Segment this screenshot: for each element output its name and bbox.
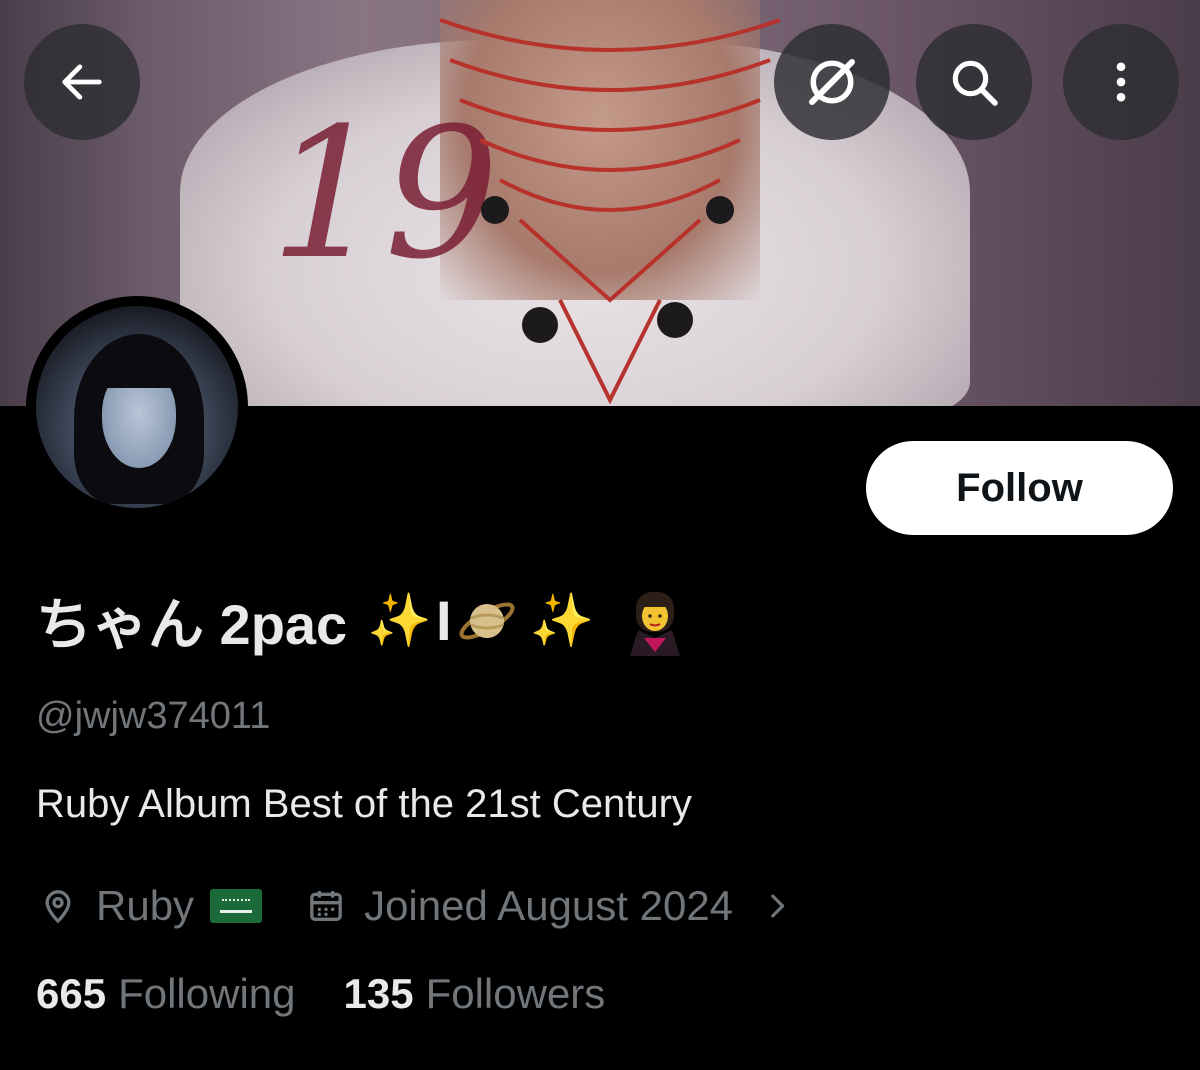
profile-bio: Ruby Album Best of the 21st Century [36, 782, 692, 826]
profile-joined-date: Joined August 2024 [364, 882, 734, 929]
vampire-woman-icon [620, 586, 690, 656]
profile-meta: Ruby Joined August 2024 [36, 876, 815, 936]
sparkles-icon: ✨ [529, 592, 595, 650]
followers-link[interactable]: 135 Followers [344, 970, 606, 1018]
avatar[interactable] [26, 296, 248, 518]
followers-label: Followers [425, 970, 606, 1017]
calendar-icon [304, 884, 348, 928]
avatar-bangs [92, 354, 186, 388]
more-button[interactable] [1063, 24, 1179, 140]
saudi-arabia-flag-icon [210, 889, 263, 923]
back-button[interactable] [24, 24, 140, 140]
chevron-right-icon[interactable] [755, 884, 799, 928]
following-count: 665 [36, 970, 107, 1017]
banner-lace [439, 18, 781, 405]
search-button[interactable] [916, 24, 1032, 140]
arrow-left-icon [62, 64, 102, 100]
location-pin-icon [36, 884, 80, 928]
display-name-text: ちゃん 2pac [36, 593, 348, 656]
sparkles-icon: ✨ [367, 592, 432, 650]
follow-button[interactable]: Follow [866, 441, 1173, 535]
profile-counts: 665 Following 135 Followers [36, 970, 605, 1018]
ringed-planet-icon [456, 590, 518, 652]
following-link[interactable]: 665 Following [36, 970, 296, 1018]
display-name-letter: I [435, 589, 452, 652]
following-label: Following [118, 970, 296, 1017]
display-name: ちゃん 2pac ✨ I ✨ [36, 580, 690, 661]
grok-icon [809, 59, 855, 105]
avatar-image [36, 306, 238, 508]
profile-location: Ruby [96, 882, 195, 929]
more-vertical-icon [1116, 62, 1126, 102]
search-icon [952, 60, 998, 106]
grok-button[interactable] [774, 24, 890, 140]
followers-count: 135 [343, 970, 414, 1017]
profile-handle: @jwjw374011 [36, 695, 271, 737]
